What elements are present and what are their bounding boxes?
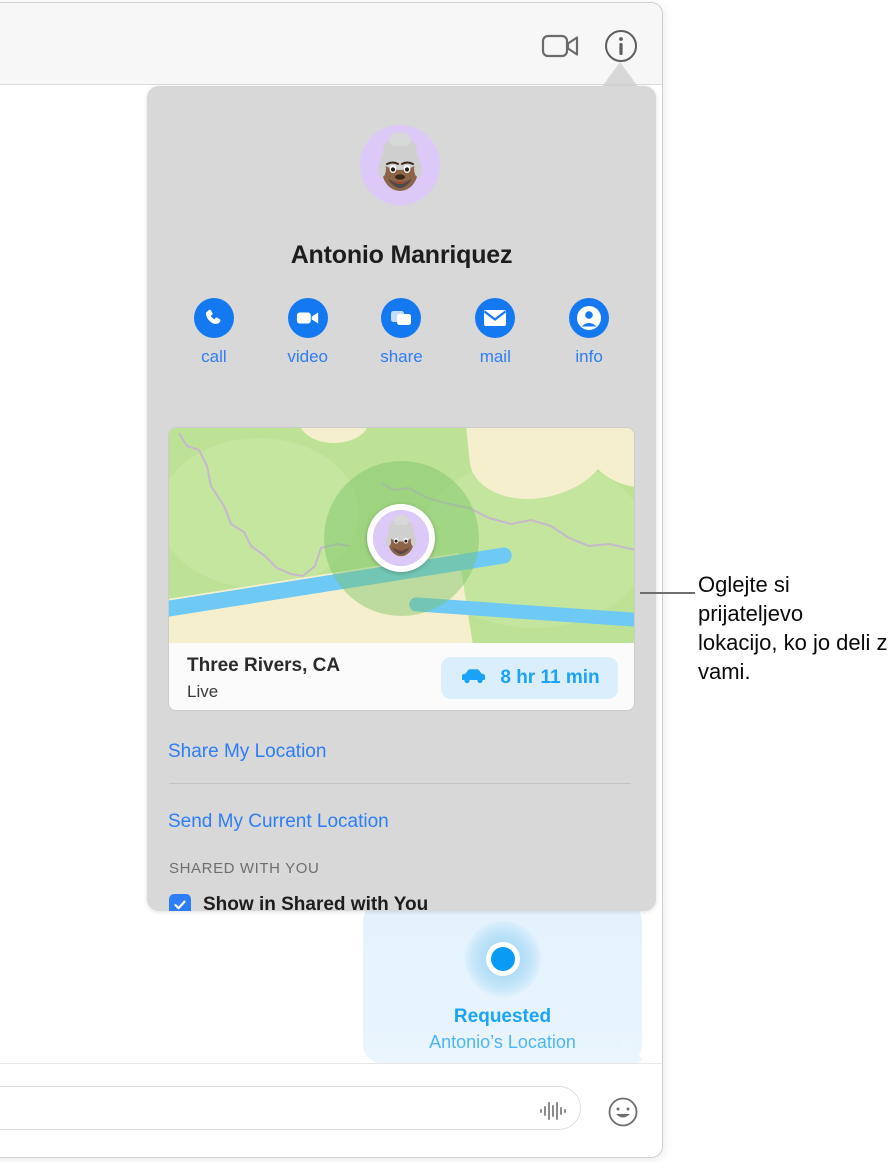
divider: [169, 783, 631, 784]
show-in-shared-with-you-row[interactable]: Show in Shared with You: [169, 894, 428, 911]
drive-time-text: 8 hr 11 min: [500, 667, 600, 688]
action-mail-label: mail: [479, 347, 511, 366]
map-avatar-pin[interactable]: [367, 504, 435, 572]
smiley-face-icon[interactable]: [607, 1096, 639, 1128]
location-map-card[interactable]: Three Rivers, CA Live 8 hr 11 min: [168, 427, 635, 711]
action-info-button[interactable]: info: [548, 298, 630, 367]
bubble-subtitle: Antonio’s Location: [429, 1032, 576, 1052]
message-input-field[interactable]: [0, 1086, 581, 1130]
action-mail-button[interactable]: mail: [454, 298, 536, 367]
info-circle-icon[interactable]: [603, 28, 639, 64]
callout-leader-line: [640, 592, 695, 594]
checkmark-icon[interactable]: [169, 894, 191, 911]
envelope-icon: [475, 298, 516, 338]
action-video-button[interactable]: video: [267, 298, 349, 367]
shared-with-you-header: SHARED WITH YOU: [169, 860, 320, 877]
person-circle-icon: [569, 298, 610, 338]
message-bubble-location-request[interactable]: Requested Antonio’s Location: [363, 903, 642, 1063]
contact-action-row: call video share mail info: [167, 298, 636, 367]
message-input-bar: [0, 1063, 662, 1157]
contact-info-popover: Antonio Manriquez call video share mail …: [147, 86, 656, 911]
action-info-label: info: [575, 347, 603, 366]
bubble-title: Requested: [453, 1006, 552, 1027]
action-call-label: call: [201, 347, 227, 366]
screen-share-icon: [381, 298, 422, 338]
action-share-button[interactable]: share: [360, 298, 442, 367]
drive-time-pill[interactable]: 8 hr 11 min: [441, 657, 618, 699]
location-dot-icon: [464, 921, 541, 997]
send-my-current-location-link[interactable]: Send My Current Location: [168, 811, 389, 833]
share-my-location-link[interactable]: Share My Location: [168, 741, 326, 763]
car-icon: [459, 667, 487, 690]
audio-waveform-icon[interactable]: [539, 1100, 567, 1122]
action-share-label: share: [380, 347, 423, 366]
action-call-button[interactable]: call: [173, 298, 255, 367]
callout-text: Oglejte si prijateljevo lokacijo, ko jo …: [698, 572, 888, 684]
window-titlebar: [0, 3, 662, 85]
show-in-shared-with-you-label: Show in Shared with You: [203, 894, 429, 911]
video-camera-icon: [287, 298, 328, 338]
avatar: [360, 125, 440, 205]
location-status: Live: [187, 682, 219, 701]
action-video-label: video: [287, 347, 328, 366]
screenshot-root: Requested Antonio’s Location Antonio Man…: [0, 0, 894, 1162]
place-name: Three Rivers, CA: [187, 655, 341, 676]
contact-name: Antonio Manriquez: [290, 241, 513, 269]
video-camera-icon[interactable]: [541, 31, 581, 61]
phone-icon: [193, 298, 234, 338]
map-card-footer: Three Rivers, CA Live 8 hr 11 min: [169, 643, 634, 710]
map-view[interactable]: [169, 428, 634, 643]
